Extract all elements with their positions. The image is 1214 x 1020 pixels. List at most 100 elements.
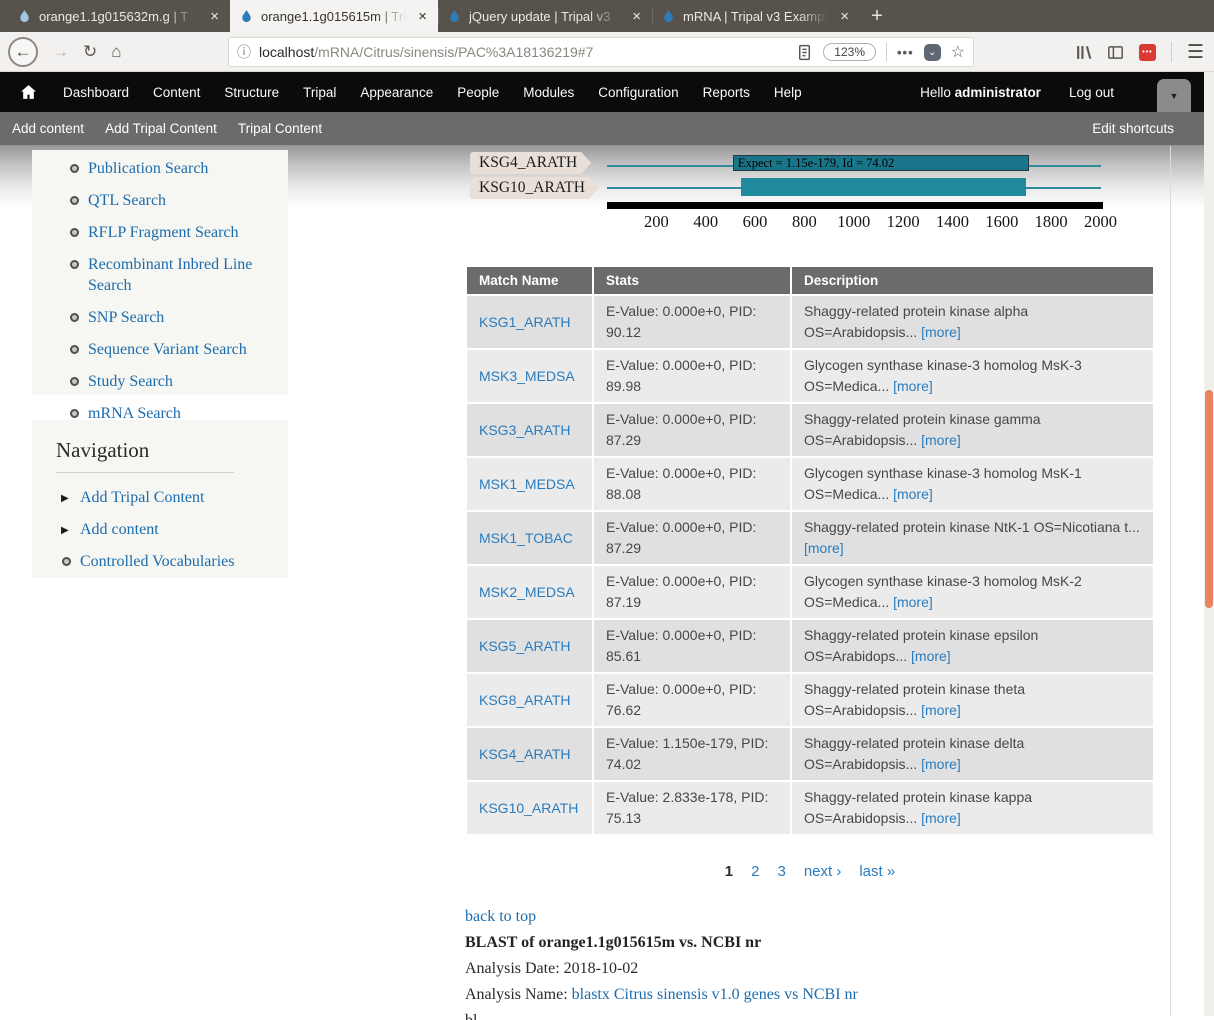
sidebar-link[interactable]: Add content [80,521,159,538]
page-info-icon[interactable]: ⓘ [237,42,251,62]
more-link[interactable]: [more] [921,810,961,826]
page-actions-icon[interactable]: ••• [897,45,914,60]
pager-link[interactable]: next › [804,863,842,880]
table-row: MSK1_TOBACE-Value: 0.000e+0, PID: 87.29S… [467,512,1153,564]
scrollbar-track[interactable] [1204,72,1214,1016]
admin-home-icon[interactable] [20,84,37,101]
admin-menu-item-configuration[interactable]: Configuration [586,85,690,100]
drupal-favicon-icon [239,9,254,24]
match-name-link[interactable]: KSG5_ARATH [479,638,571,654]
edit-shortcuts-link[interactable]: Edit shortcuts [1092,112,1174,145]
list-item: QTL Search [88,190,278,211]
more-link[interactable]: [more] [921,702,961,718]
shortcut-link[interactable]: Tripal Content [238,121,322,136]
sidebar-link[interactable]: RFLP Fragment Search [88,224,239,241]
more-link[interactable]: [more] [893,378,933,394]
browser-tab-3[interactable]: jQuery update | Tripal v3 × [438,0,652,32]
pager-link[interactable]: last » [859,863,895,880]
match-name-link[interactable]: KSG1_ARATH [479,314,571,330]
analysis-name-link[interactable]: blastx Citrus sinensis v1.0 genes vs NCB… [572,986,858,1003]
sidebar-link[interactable]: SNP Search [88,309,164,326]
pager-link[interactable]: 3 [777,863,785,880]
match-name-cell: KSG5_ARATH [467,620,592,672]
hit-bar[interactable]: Expect = 1.15e-179, Id = 74.02 [733,155,1029,171]
sidebar-link[interactable]: QTL Search [88,192,166,209]
admin-menu-item-reports[interactable]: Reports [691,85,762,100]
home-button[interactable]: ⌂ [111,42,121,62]
sidebar-link[interactable]: Recombinant Inbred Line Search [88,256,252,294]
drupal-admin-toolbar: DashboardContentStructureTripalAppearanc… [0,72,1214,112]
toolbar-toggle-button[interactable]: ▼ [1157,79,1191,112]
more-link[interactable]: [more] [921,432,961,448]
more-link[interactable]: [more] [921,324,961,340]
blast-alignment-chart: KSG4_ARATH Expect = 1.15e-179, Id = 74.02… [455,146,1165,246]
extension-icon[interactable]: ••• [1139,44,1156,61]
match-name-link[interactable]: KSG3_ARATH [479,422,571,438]
match-name-link[interactable]: MSK1_MEDSA [479,476,575,492]
reload-button[interactable]: ↻ [83,42,97,62]
tab-separator [652,7,653,25]
match-name-cell: KSG10_ARATH [467,782,592,834]
admin-menu-item-people[interactable]: People [445,85,511,100]
close-icon[interactable]: × [838,9,851,24]
admin-menu-item-modules[interactable]: Modules [511,85,586,100]
admin-menu-item-structure[interactable]: Structure [212,85,291,100]
axis-tick-label: 200 [644,212,669,232]
shortcut-link[interactable]: Add Tripal Content [105,121,217,136]
axis-tick-label: 400 [693,212,718,232]
content-right-divider [1170,146,1171,1016]
back-button[interactable]: ← [8,37,38,67]
match-name-link[interactable]: MSK1_TOBAC [479,530,573,546]
browser-tab-4[interactable]: mRNA | Tripal v3 Exampl × [652,0,860,32]
more-link[interactable]: [more] [893,486,933,502]
match-name-link[interactable]: KSG10_ARATH [479,800,578,816]
pocket-icon[interactable]: ⌄ [924,44,941,61]
match-name-link[interactable]: KSG8_ARATH [479,692,571,708]
match-name-link[interactable]: KSG4_ARATH [479,746,571,762]
match-name-link[interactable]: MSK3_MEDSA [479,368,575,384]
forward-button[interactable]: → [52,42,69,62]
sidebar-link[interactable]: Publication Search [88,160,208,177]
list-item: SNP Search [88,307,278,328]
pager-link[interactable]: 2 [751,863,759,880]
scrollbar-thumb[interactable] [1205,390,1213,608]
close-icon[interactable]: × [208,9,221,24]
hit-bar[interactable] [741,178,1026,196]
library-icon[interactable] [1075,44,1092,61]
admin-menu-item-content[interactable]: Content [141,85,212,100]
more-link[interactable]: [more] [893,594,933,610]
sidebar-link[interactable]: Sequence Variant Search [88,341,247,358]
menu-icon[interactable]: ☰ [1187,41,1204,64]
sidebar-link[interactable]: Study Search [88,373,173,390]
sidebars-icon[interactable] [1107,44,1124,61]
sidebar-link[interactable]: Controlled Vocabularies [80,553,235,570]
track-label: KSG4_ARATH [470,152,591,174]
tab-title: orange1.1g015615m | Tri [261,9,409,24]
zoom-level-badge[interactable]: 123% [823,43,876,61]
list-item: Add Tripal Content [80,487,288,508]
match-name-link[interactable]: MSK2_MEDSA [479,584,575,600]
browser-tab-2-active[interactable]: orange1.1g015615m | Tri × [230,0,438,32]
sidebar-search-block: Publication Search QTL Search RFLP Fragmen… [32,150,288,395]
back-to-top-link[interactable]: back to top [465,908,536,925]
close-icon[interactable]: × [630,9,643,24]
stats-cell: E-Value: 0.000e+0, PID: 88.08 [594,458,790,510]
admin-menu-item-dashboard[interactable]: Dashboard [51,85,141,100]
axis-tick-label: 1000 [837,212,870,232]
more-link[interactable]: [more] [911,648,951,664]
shortcut-link[interactable]: Add content [12,121,84,136]
list-item: Study Search [88,371,278,392]
close-icon[interactable]: × [416,9,429,24]
more-link[interactable]: [more] [921,756,961,772]
sidebar-link[interactable]: Add Tripal Content [80,489,204,506]
reader-mode-icon[interactable] [796,44,813,61]
new-tab-button[interactable]: + [860,0,894,32]
bookmark-star-icon[interactable]: ☆ [951,42,965,62]
logout-link[interactable]: Log out [1069,85,1114,100]
more-link[interactable]: [more] [804,540,844,556]
admin-menu-item-help[interactable]: Help [762,85,814,100]
admin-menu-item-appearance[interactable]: Appearance [348,85,445,100]
admin-menu-item-tripal[interactable]: Tripal [291,85,348,100]
url-bar[interactable]: ⓘ localhost /mRNA/Citrus/sinensis/PAC%3A… [228,37,974,67]
browser-tab-1[interactable]: orange1.1g015632m.g | T × [8,0,230,32]
